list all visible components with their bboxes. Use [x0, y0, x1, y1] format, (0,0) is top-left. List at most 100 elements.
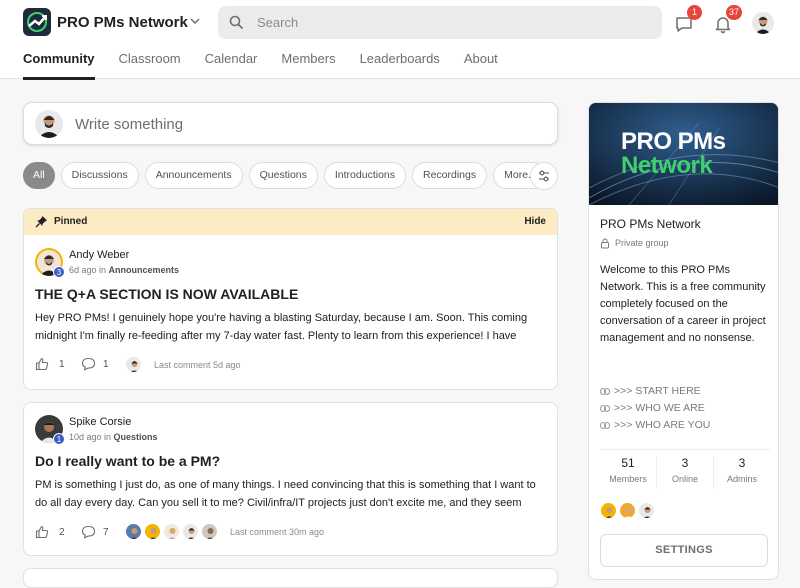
lock-icon: [601, 238, 609, 249]
author-avatar[interactable]: 1: [35, 415, 65, 445]
comment-icon[interactable]: [81, 357, 96, 371]
tab-about[interactable]: About: [464, 51, 498, 80]
tab-leaderboards[interactable]: Leaderboards: [360, 51, 440, 80]
last-comment: Last comment 5d ago: [154, 360, 241, 370]
group-stats: 51 Members 3 Online 3 Admins: [600, 449, 770, 489]
link-start-here[interactable]: >>> START HERE: [600, 385, 701, 397]
admin-avatar[interactable]: [638, 502, 655, 519]
commenter-avatar[interactable]: [182, 523, 199, 540]
comment-icon[interactable]: [81, 525, 96, 539]
stat-label: Online: [671, 474, 698, 484]
commenter-face-icon: [126, 357, 141, 372]
post-title[interactable]: Do I really want to be a PM?: [35, 453, 220, 469]
pinned-bar: Pinned Hide: [24, 209, 557, 235]
notifications-badge: 37: [726, 5, 743, 20]
link-who-we-are[interactable]: >>> WHO WE ARE: [600, 402, 705, 414]
notifications-button[interactable]: 37: [713, 5, 743, 34]
sliders-icon: [539, 170, 549, 182]
author-name[interactable]: Spike Corsie: [69, 416, 131, 428]
admin-face-icon: [639, 503, 654, 518]
search-bar[interactable]: Search: [218, 6, 662, 39]
group-name[interactable]: PRO PMs Network: [57, 14, 188, 31]
post-time: 6d ago in: [69, 265, 109, 275]
category-filters: All Discussions Announcements Questions …: [23, 162, 554, 189]
admin-avatar[interactable]: [600, 502, 617, 519]
admin-face-icon: [601, 503, 616, 518]
level-badge: 3: [53, 266, 65, 278]
pinned-label: Pinned: [54, 216, 88, 227]
tab-classroom[interactable]: Classroom: [119, 51, 181, 80]
filter-recordings[interactable]: Recordings: [412, 162, 488, 189]
commenter-face-icon: [145, 524, 160, 539]
stat-value: 3: [681, 456, 689, 470]
filter-questions[interactable]: Questions: [248, 162, 318, 189]
composer-avatar: [35, 110, 63, 138]
settings-button[interactable]: SETTINGS: [600, 534, 768, 567]
post-card[interactable]: [23, 568, 558, 588]
post-card-pinned[interactable]: Pinned Hide 3 Andy Weber 6d ago in Annou…: [23, 208, 558, 390]
post-title[interactable]: THE Q+A SECTION IS NOW AVAILABLE: [35, 286, 298, 302]
commenter-avatar[interactable]: [201, 523, 218, 540]
like-count: 2: [59, 527, 65, 538]
author-avatar[interactable]: 3: [35, 248, 65, 278]
commenter-avatar[interactable]: [125, 356, 142, 373]
post-body: Hey PRO PMs! I genuinely hope you're hav…: [35, 312, 528, 342]
post-category[interactable]: Announcements: [109, 265, 180, 275]
commenter-face-icon: [202, 524, 217, 539]
hide-pinned-button[interactable]: Hide: [524, 216, 546, 227]
stat-value: 3: [738, 456, 746, 470]
stat-online[interactable]: 3 Online: [657, 456, 714, 489]
chat-badge: 1: [687, 5, 702, 20]
post-category[interactable]: Questions: [114, 432, 158, 442]
chevron-down-icon[interactable]: [188, 14, 202, 28]
tab-calendar[interactable]: Calendar: [205, 51, 258, 80]
banner-title-line2: Network: [621, 152, 713, 179]
like-count: 1: [59, 359, 65, 370]
group-description: Welcome to this PRO PMs Network. This is…: [600, 264, 766, 344]
post-time: 10d ago in: [69, 432, 114, 442]
admin-face-icon: [620, 503, 635, 518]
tab-members[interactable]: Members: [281, 51, 335, 80]
commenter-face-icon: [183, 524, 198, 539]
stat-label: Members: [609, 474, 647, 484]
commenter-avatar[interactable]: [125, 523, 142, 540]
last-comment: Last comment 30m ago: [230, 527, 325, 537]
admin-avatar[interactable]: [619, 502, 636, 519]
sidebar-group-name: PRO PMs Network: [600, 217, 701, 231]
commenter-avatar[interactable]: [144, 523, 161, 540]
comment-count: 1: [103, 359, 109, 370]
stat-value: 51: [621, 456, 635, 470]
filter-announcements[interactable]: Announcements: [144, 162, 243, 189]
filter-discussions[interactable]: Discussions: [60, 162, 139, 189]
commenter-face-icon: [126, 524, 141, 539]
group-banner: PRO PMs Network: [589, 103, 778, 205]
link-icon: [600, 388, 610, 395]
post-card[interactable]: 1 Spike Corsie 10d ago in Questions Do I…: [23, 402, 558, 556]
link-icon: [600, 405, 610, 412]
link-icon: [600, 422, 610, 429]
chat-button[interactable]: 1: [674, 5, 702, 34]
level-badge: 1: [53, 433, 65, 445]
privacy-label: Private group: [615, 238, 669, 248]
user-avatar[interactable]: [752, 12, 774, 34]
post-composer[interactable]: Write something: [23, 102, 558, 145]
like-icon[interactable]: [35, 525, 49, 539]
link-label: >>> WHO WE ARE: [614, 402, 705, 414]
author-name[interactable]: Andy Weber: [69, 249, 129, 261]
tab-community[interactable]: Community: [23, 51, 95, 80]
search-icon: [229, 15, 244, 30]
filter-all[interactable]: All: [23, 162, 55, 189]
group-sidebar: PRO PMs Network PRO PMs Network Private …: [588, 102, 779, 580]
filter-introductions[interactable]: Introductions: [323, 162, 406, 189]
link-who-are-you[interactable]: >>> WHO ARE YOU: [600, 419, 710, 431]
commenter-avatar[interactable]: [163, 523, 180, 540]
link-label: >>> WHO ARE YOU: [614, 419, 711, 431]
post-meta: 6d ago in Announcements: [69, 265, 179, 275]
group-logo[interactable]: [23, 8, 51, 36]
comment-count: 7: [103, 527, 109, 538]
pin-icon: [35, 216, 47, 228]
stat-admins[interactable]: 3 Admins: [714, 456, 770, 489]
like-icon[interactable]: [35, 357, 49, 371]
filter-settings-button[interactable]: [530, 162, 558, 190]
stat-members[interactable]: 51 Members: [600, 456, 657, 489]
